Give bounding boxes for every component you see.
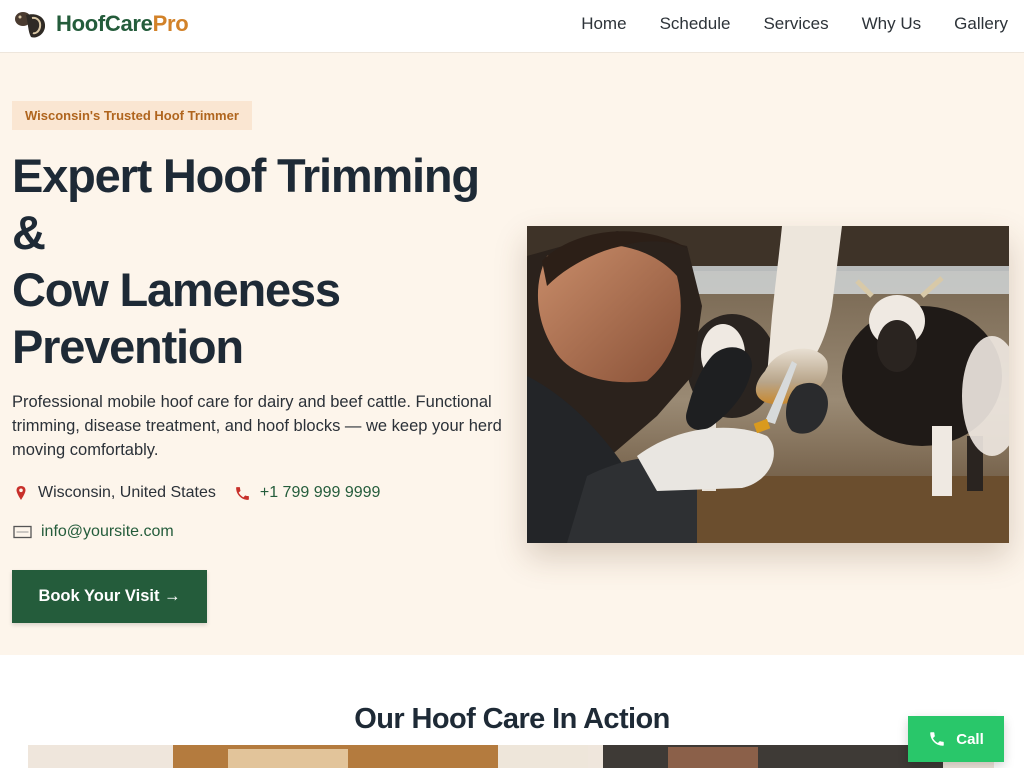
hero-title-line: Cow Lameness bbox=[12, 263, 341, 316]
hero-title-line: Prevention bbox=[12, 320, 244, 373]
nav-schedule[interactable]: Schedule bbox=[660, 13, 731, 35]
email-link[interactable]: info@yoursite.com bbox=[41, 523, 174, 541]
book-visit-button[interactable]: Book Your Visit → bbox=[12, 570, 207, 623]
main-nav: Home Schedule Services Why Us Gallery bbox=[548, 13, 1008, 35]
contact-row: info@yoursite.com bbox=[12, 523, 174, 541]
gallery-title: Our Hoof Care In Action bbox=[354, 703, 670, 735]
nav-home[interactable]: Home bbox=[581, 13, 626, 35]
hoof-trimming-photo bbox=[527, 226, 1009, 543]
phone-link[interactable]: +1 799 999 9999 bbox=[260, 484, 381, 502]
hero-description: Professional mobile hoof care for dairy … bbox=[12, 393, 502, 459]
call-button-label: Call bbox=[956, 730, 984, 748]
hero-title-line: Expert Hoof Trimming bbox=[12, 149, 480, 202]
email-item[interactable]: info@yoursite.com bbox=[12, 523, 174, 541]
hero-photo bbox=[527, 226, 1009, 543]
phone-icon bbox=[234, 484, 252, 502]
gallery-photo-image bbox=[28, 745, 994, 768]
map-pin-icon bbox=[12, 484, 30, 502]
floating-call-button[interactable]: Call bbox=[908, 716, 1004, 762]
location-text: Wisconsin, United States bbox=[38, 484, 216, 501]
gallery-photo bbox=[28, 745, 994, 768]
site-header: HoofCarePro Home Schedule Services Why U… bbox=[0, 0, 1024, 53]
hero-section: Wisconsin's Trusted Hoof Trimmer Expert … bbox=[0, 53, 1024, 655]
hero-title-line: & bbox=[12, 206, 46, 259]
phone-icon bbox=[930, 732, 944, 746]
envelope-icon bbox=[12, 523, 32, 541]
hoof-logo-icon bbox=[15, 12, 46, 38]
nav-why-us[interactable]: Why Us bbox=[862, 13, 922, 35]
nav-services[interactable]: Services bbox=[763, 13, 828, 35]
hero-title: Expert Hoof Trimming & Cow Lameness Prev… bbox=[12, 147, 512, 375]
contact-row: Wisconsin, United States +1 799 999 9999 bbox=[12, 484, 380, 502]
phone-item[interactable]: +1 799 999 9999 bbox=[234, 484, 381, 502]
brand-name: HoofCarePro bbox=[56, 11, 189, 36]
nav-gallery[interactable]: Gallery bbox=[954, 13, 1008, 35]
hero-badge: Wisconsin's Trusted Hoof Trimmer bbox=[12, 101, 252, 130]
logo[interactable]: HoofCarePro bbox=[12, 8, 189, 40]
location-item: Wisconsin, United States bbox=[12, 484, 216, 502]
